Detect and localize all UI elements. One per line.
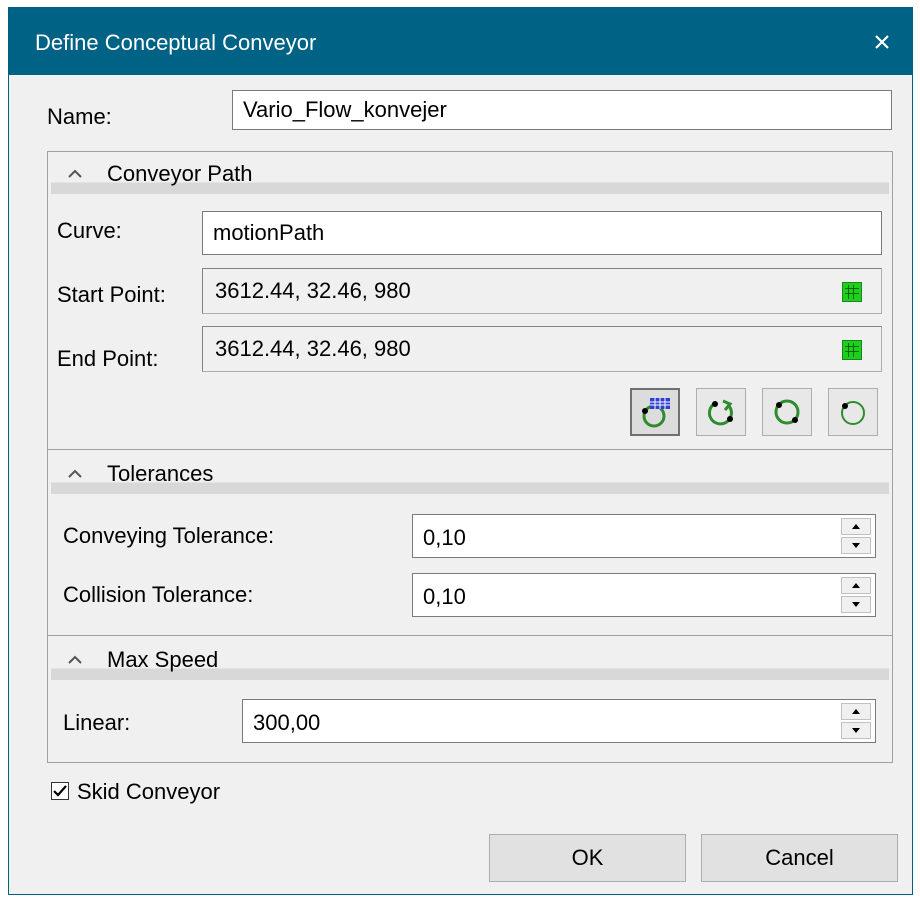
title-bar[interactable]: Define Conceptual Conveyor	[9, 8, 912, 75]
start-point-value: 3612.44, 32.46, 980	[215, 278, 411, 303]
circle-closed-icon	[774, 399, 800, 425]
section-header-conveyor-path[interactable]: Conveyor Path	[51, 156, 889, 194]
linear-speed-input[interactable]: 300,00	[242, 699, 876, 743]
cancel-button[interactable]: Cancel	[701, 834, 898, 882]
linear-speed-value: 300,00	[253, 710, 321, 735]
collision-tolerance-input[interactable]: 0,10	[412, 573, 876, 617]
section-header-max-speed[interactable]: Max Speed	[51, 642, 889, 680]
end-point-value: 3612.44, 32.46, 980	[215, 336, 411, 361]
section-header-tolerances[interactable]: Tolerances	[51, 456, 889, 494]
path-table-button[interactable]	[630, 388, 680, 436]
close-icon	[875, 34, 889, 49]
name-input[interactable]: Vario_Flow_konvejer	[232, 90, 892, 130]
skid-conveyor-checkbox[interactable]	[51, 782, 69, 800]
arrow-down-icon	[852, 543, 860, 548]
section-divider	[48, 449, 892, 450]
start-point-field: 3612.44, 32.46, 980	[202, 268, 882, 314]
start-point-pick-icon[interactable]	[842, 282, 862, 302]
spin-down-button[interactable]	[841, 596, 871, 613]
curve-label: Curve:	[57, 218, 122, 243]
chevron-up-icon	[68, 169, 82, 178]
conveying-tolerance-spinner	[841, 518, 871, 554]
chevron-up-icon	[68, 469, 82, 478]
circle-closed-button[interactable]	[762, 388, 812, 436]
window-title: Define Conceptual Conveyor	[35, 30, 317, 55]
spin-up-button[interactable]	[841, 577, 871, 594]
arrow-down-icon	[852, 602, 860, 607]
circle-open-button[interactable]	[828, 388, 878, 436]
spin-down-button[interactable]	[841, 537, 871, 554]
spin-up-button[interactable]	[841, 518, 871, 535]
close-button[interactable]	[852, 8, 912, 75]
linear-speed-label: Linear:	[63, 710, 131, 735]
arrow-down-icon	[852, 728, 860, 733]
start-point-label: Start Point:	[57, 282, 166, 307]
section-title-max-speed: Max Speed	[107, 647, 219, 672]
section-title-conveyor-path: Conveyor Path	[107, 161, 253, 186]
arrow-up-icon	[852, 709, 860, 714]
end-point-field: 3612.44, 32.46, 980	[202, 326, 882, 372]
conveying-tolerance-label: Conveying Tolerance:	[63, 523, 275, 548]
arrow-up-icon	[852, 524, 860, 529]
section-divider	[48, 635, 892, 636]
ok-button[interactable]: OK	[489, 834, 686, 882]
section-title-tolerances: Tolerances	[107, 461, 214, 486]
circle-direction-button[interactable]	[696, 388, 746, 436]
collision-tolerance-value: 0,10	[423, 584, 466, 609]
curve-input[interactable]: motionPath	[202, 211, 882, 255]
name-label: Name:	[47, 104, 112, 129]
spin-up-button[interactable]	[841, 703, 871, 720]
linear-speed-spinner	[841, 703, 871, 739]
end-point-label: End Point:	[57, 346, 159, 371]
end-point-pick-icon[interactable]	[842, 340, 862, 360]
conveying-tolerance-value: 0,10	[423, 525, 466, 550]
checkmark-icon	[53, 785, 67, 797]
collision-tolerance-label: Collision Tolerance:	[63, 582, 254, 607]
path-table-icon	[642, 398, 670, 428]
arrow-up-icon	[852, 583, 860, 588]
dialog-window: Define Conceptual Conveyor Name: Vario_F…	[8, 7, 913, 895]
chevron-up-icon	[68, 655, 82, 664]
collision-tolerance-spinner	[841, 577, 871, 613]
conveying-tolerance-input[interactable]: 0,10	[412, 514, 876, 558]
skid-conveyor-label: Skid Conveyor	[77, 779, 221, 804]
spin-down-button[interactable]	[841, 722, 871, 739]
circle-open-icon	[841, 401, 865, 425]
circle-direction-icon	[707, 399, 733, 426]
